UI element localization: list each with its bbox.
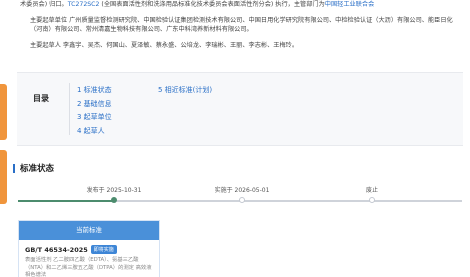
timeline-published-dot <box>111 197 117 203</box>
standard-description: 表面活性剂 乙二胺四乙酸（EDTA）、氨基三乙酸（NTA）和二乙烯三胺五乙酸（D… <box>25 257 152 277</box>
toc-column-1: 1 标准状态 2 基础信息 3 起草单位 4 起草人 <box>77 84 112 138</box>
intro-text: 术委员会) 归口。TC272SC2 (全国表面活性剂和洗涤用品标准化技术委员会表… <box>20 0 462 56</box>
timeline-implemented-dot <box>239 197 245 203</box>
standard-status-title: 标准状态 <box>20 164 55 174</box>
toc-item-drafters[interactable]: 4 起草人 <box>77 125 112 139</box>
toc-item-related-standards[interactable]: 5 相近标准(计划) <box>158 84 212 98</box>
toc-item-basic-info[interactable]: 2 基础信息 <box>77 98 112 112</box>
drafters-paragraph: 主要起草人 李鑫宇、吴杰、何国山、夏泽敏、蔡永盛、公培龙、李瑞彬、王丽、李志彬、… <box>30 41 299 49</box>
timeline-progress-line <box>18 200 114 202</box>
authority-link[interactable]: 中国轻工业联合会 <box>325 1 375 8</box>
status-timeline: 发布于 2025-10-31 实施于 2026-05-01 废止 <box>18 180 462 216</box>
timeline-abolished-dot <box>369 197 375 203</box>
intro-prefix: 术委员会) 归口。 <box>20 1 68 8</box>
toc-item-drafting-units[interactable]: 3 起草单位 <box>77 111 112 125</box>
side-float-tab-2[interactable] <box>0 150 7 204</box>
toc-column-2: 5 相近标准(计划) <box>158 84 212 98</box>
toc-divider <box>69 83 70 135</box>
current-standard-card[interactable]: 当前标准 GB/T 46534-2025 即将实施 表面活性剂 乙二胺四乙酸（E… <box>18 220 160 277</box>
standard-code-row: GB/T 46534-2025 即将实施 <box>25 245 153 254</box>
drafting-units-paragraph: 主要起草单位 广州质量监督检测研究院、中国检验认证集团检测技术有限公司、中国日用… <box>30 16 453 34</box>
timeline-implemented-label: 实施于 2026-05-01 <box>214 187 270 194</box>
table-of-contents: 目录 1 标准状态 2 基础信息 3 起草单位 4 起草人 5 相近标准(计划) <box>17 72 463 146</box>
toc-title: 目录 <box>33 94 49 103</box>
standard-status-heading: 标准状态 <box>13 162 54 174</box>
timeline-published-label: 发布于 2025-10-31 <box>86 187 142 194</box>
heading-accent-bar <box>13 163 15 173</box>
committee-code-link[interactable]: TC272SC2 <box>68 1 100 8</box>
status-badge: 即将实施 <box>90 245 117 254</box>
current-standard-card-header: 当前标准 <box>19 221 159 240</box>
toc-item-status[interactable]: 1 标准状态 <box>77 84 112 98</box>
current-standard-card-body: GB/T 46534-2025 即将实施 表面活性剂 乙二胺四乙酸（EDTA）、… <box>19 240 159 277</box>
intro-suffix: (全国表面活性剂和洗涤用品标准化技术委员会表面活性剂分会) 执行，主管部门为 <box>99 1 325 8</box>
side-float-tab-1[interactable] <box>0 84 7 140</box>
standard-code[interactable]: GB/T 46534-2025 <box>25 246 88 254</box>
timeline-pending-line <box>114 200 462 202</box>
timeline-abolished-label: 废止 <box>365 187 379 194</box>
governing-body-paragraph: 术委员会) 归口。TC272SC2 (全国表面活性剂和洗涤用品标准化技术委员会表… <box>20 0 462 10</box>
